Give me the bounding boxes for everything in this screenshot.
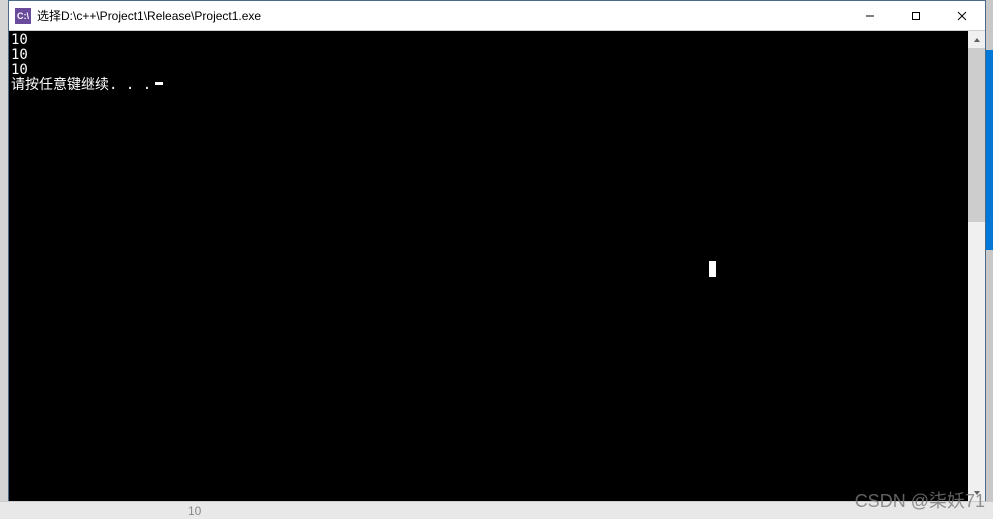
mouse-cursor-icon: [709, 261, 716, 277]
text-cursor-icon: [155, 82, 163, 85]
background-number: 10: [188, 504, 201, 518]
output-line: 10: [11, 63, 968, 78]
console-area: 10 10 10 请按任意键继续. . .: [9, 31, 985, 501]
close-button[interactable]: [939, 1, 985, 30]
titlebar[interactable]: C:\ 选择D:\c++\Project1\Release\Project1.e…: [9, 1, 985, 31]
window-title: 选择D:\c++\Project1\Release\Project1.exe: [37, 7, 261, 24]
background-taskbar: [0, 501, 993, 519]
prompt-line: 请按任意键继续. . .: [11, 78, 968, 93]
console-output[interactable]: 10 10 10 请按任意键继续. . .: [9, 31, 968, 501]
scroll-thumb[interactable]: [968, 48, 985, 222]
output-line: 10: [11, 33, 968, 48]
maximize-button[interactable]: [893, 1, 939, 30]
vertical-scrollbar[interactable]: [968, 31, 985, 501]
scroll-track[interactable]: [968, 48, 985, 484]
app-icon: C:\: [15, 8, 31, 24]
window-controls: [847, 1, 985, 30]
scroll-up-button[interactable]: [968, 31, 985, 48]
scroll-down-button[interactable]: [968, 484, 985, 501]
background-app-edge: [986, 50, 993, 250]
output-line: 10: [11, 48, 968, 63]
console-window: C:\ 选择D:\c++\Project1\Release\Project1.e…: [8, 0, 986, 502]
minimize-button[interactable]: [847, 1, 893, 30]
prompt-text: 请按任意键继续. . .: [11, 78, 151, 93]
